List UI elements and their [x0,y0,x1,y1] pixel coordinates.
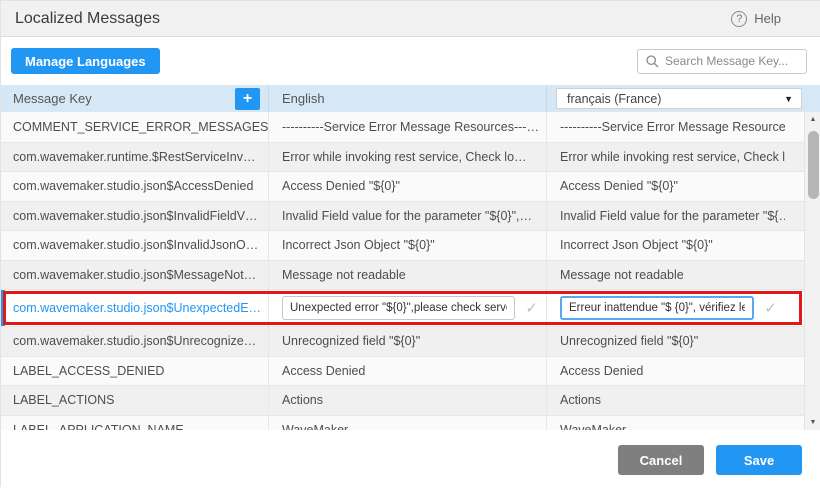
english-value-cell: Access Denied [269,357,547,386]
french-value-cell: Access Denied [547,357,785,386]
message-key-cell: LABEL_APPLICATION_NAME [1,416,269,431]
english-column-header: English [282,91,325,106]
message-key-cell: LABEL_ACTIONS [1,386,269,415]
table-row[interactable]: LABEL_APPLICATION_NAMEWaveMakerWaveMaker [1,415,820,431]
localized-messages-dialog: Localized Messages ? Help Manage Languag… [1,1,820,488]
table-row[interactable]: com.wavemaker.runtime.$RestServiceInv…Er… [1,142,820,172]
footer: Cancel Save [1,430,820,488]
table-row[interactable]: LABEL_ACCESS_DENIEDAccess DeniedAccess D… [1,356,820,386]
scroll-track[interactable] [805,127,820,415]
english-value-cell: Unrecognized field "${0}" [269,327,547,356]
confirm-english-icon[interactable]: ✓ [521,299,542,317]
scrollbar[interactable]: ▲ ▼ [804,112,820,430]
cancel-button[interactable]: Cancel [618,445,704,475]
message-key-cell: com.wavemaker.studio.json$AccessDenied [1,172,269,201]
rows-container: COMMENT_SERVICE_ERROR_MESSAGES----------… [1,112,820,430]
scroll-down-button[interactable]: ▼ [805,415,820,430]
scroll-up-button[interactable]: ▲ [805,112,820,127]
table-row[interactable]: COMMENT_SERVICE_ERROR_MESSAGES----------… [1,112,820,142]
french-value-cell: Message not readable [547,261,785,290]
english-value-cell: Access Denied "${0}" [269,172,547,201]
message-key-cell: com.wavemaker.studio.json$MessageNot… [1,261,269,290]
help-icon: ? [731,11,747,27]
search-box [637,49,807,74]
add-language-button[interactable]: + [235,88,260,110]
french-value-cell: Incorrect Json Object "${0}" [547,231,785,260]
language-column-header-cell: français (France) ▼ [547,85,820,112]
english-value-cell: Actions [269,386,547,415]
page-title: Localized Messages [15,10,160,28]
message-key-cell: com.wavemaker.runtime.$RestServiceInv… [1,143,269,172]
language-select-value: français (France) [567,92,661,106]
chevron-down-icon: ▼ [784,94,793,104]
english-value-cell: Error while invoking rest service, Check… [269,143,547,172]
french-value-cell: Error while invoking rest service, Check… [547,143,785,172]
french-value-cell: ----------Service Error Message Resource… [547,112,785,142]
english-value-cell: Incorrect Json Object "${0}" [269,231,547,260]
table-row[interactable]: com.wavemaker.studio.json$InvalidJsonO…I… [1,230,820,260]
message-key-cell: com.wavemaker.studio.json$UnexpectedE… [1,290,269,326]
message-key-cell: com.wavemaker.studio.json$InvalidJsonO… [1,231,269,260]
french-edit-cell: ✓ [547,290,785,326]
search-input[interactable] [665,54,798,68]
toolbar: Manage Languages [1,37,820,85]
table-row[interactable]: com.wavemaker.studio.json$UnexpectedE… ✓ ✓ [1,289,820,326]
scroll-thumb[interactable] [808,131,819,199]
french-value-cell: WaveMaker [547,416,785,431]
english-value-cell: ----------Service Error Message Resource… [269,112,547,142]
message-key-cell: COMMENT_SERVICE_ERROR_MESSAGES [1,112,269,142]
french-value-cell: Access Denied "${0}" [547,172,785,201]
english-edit-cell: ✓ [269,290,547,326]
french-value-cell: Unrecognized field "${0}" [547,327,785,356]
confirm-french-icon[interactable]: ✓ [760,299,781,317]
table-row[interactable]: com.wavemaker.studio.json$MessageNot…Mes… [1,260,820,290]
selected-row-indicator [1,290,5,326]
french-value-cell: Invalid Field value for the parameter "$… [547,202,785,231]
plus-icon: + [243,90,252,107]
key-column-header: Message Key [13,91,92,106]
table-body: COMMENT_SERVICE_ERROR_MESSAGES----------… [1,112,820,430]
french-value-cell: Actions [547,386,785,415]
search-icon [646,55,659,68]
message-key-cell: com.wavemaker.studio.json$InvalidFieldV… [1,202,269,231]
table-row[interactable]: com.wavemaker.studio.json$InvalidFieldV…… [1,201,820,231]
save-button[interactable]: Save [716,445,802,475]
message-key-cell: com.wavemaker.studio.json$Unrecognize… [1,327,269,356]
language-select[interactable]: français (France) ▼ [556,88,802,109]
message-key-cell: LABEL_ACCESS_DENIED [1,357,269,386]
manage-languages-button[interactable]: Manage Languages [11,48,160,74]
english-value-cell: Message not readable [269,261,547,290]
table-row[interactable]: com.wavemaker.studio.json$AccessDeniedAc… [1,171,820,201]
title-bar: Localized Messages ? Help [1,1,820,37]
english-value-cell: WaveMaker [269,416,547,431]
english-column-header-cell: English [269,85,547,112]
english-edit-input[interactable] [282,296,515,320]
help-label: Help [754,11,781,26]
french-edit-input[interactable] [560,296,754,320]
table-row[interactable]: LABEL_ACTIONSActionsActions [1,385,820,415]
table-row[interactable]: com.wavemaker.studio.json$Unrecognize…Un… [1,326,820,356]
english-value-cell: Invalid Field value for the parameter "$… [269,202,547,231]
key-column-header-cell: Message Key + [1,85,269,112]
table-header: Message Key + English français (France) … [1,85,820,112]
help-button[interactable]: ? Help [731,11,781,27]
